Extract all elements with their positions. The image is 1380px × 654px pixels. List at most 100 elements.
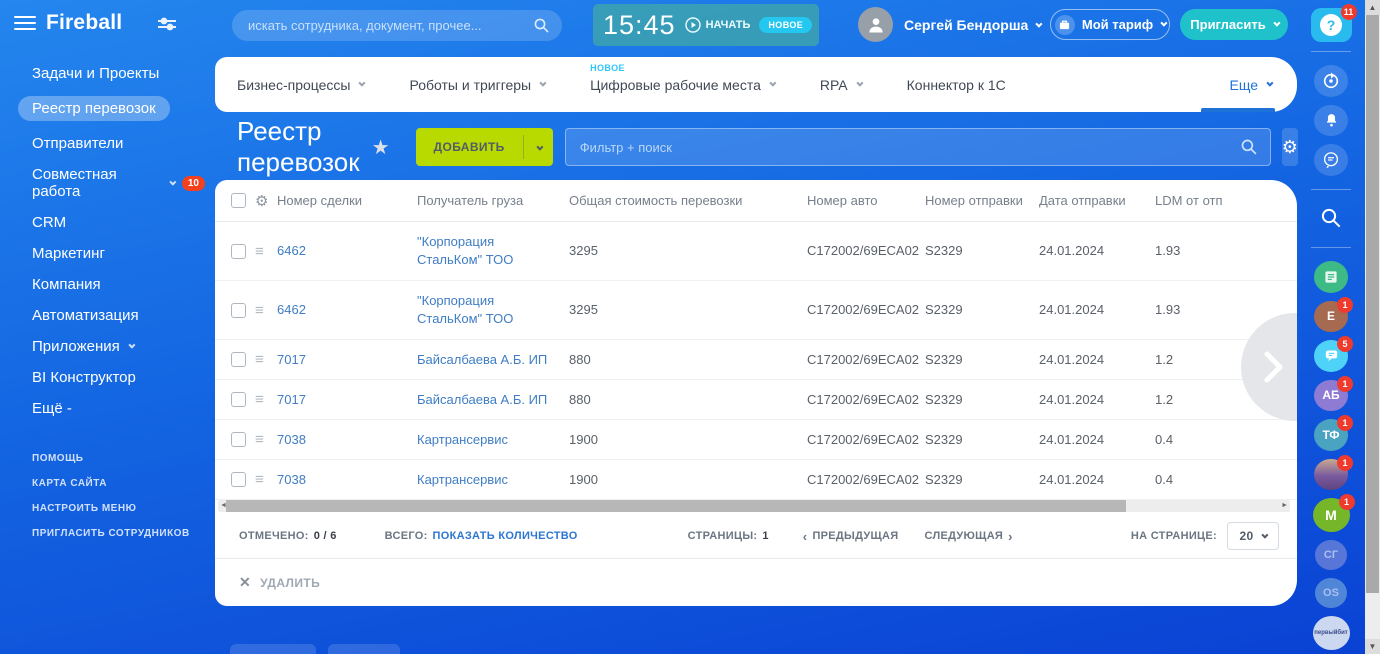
- columns-gear-icon[interactable]: ⚙: [255, 192, 268, 210]
- work-timer[interactable]: 15:45 НАЧАТЬ НОВОЕ: [593, 4, 819, 46]
- column-header-date[interactable]: Дата отправки: [1039, 192, 1155, 210]
- vertical-scrollbar-thumb[interactable]: [1366, 15, 1379, 593]
- search-button[interactable]: [1314, 203, 1348, 234]
- row-menu-icon[interactable]: ≡: [255, 351, 263, 368]
- scroll-right-arrow[interactable]: ►: [1281, 502, 1288, 509]
- tab-more[interactable]: Еще: [1230, 77, 1272, 93]
- avatar-ab[interactable]: АБ 1: [1314, 380, 1348, 411]
- ghost-button[interactable]: [328, 644, 400, 654]
- row-menu-icon[interactable]: ≡: [255, 243, 263, 260]
- updates-icon-button[interactable]: [1314, 65, 1348, 96]
- row-checkbox[interactable]: [231, 303, 246, 318]
- cell-receiver[interactable]: Картрансервис: [417, 431, 569, 449]
- cell-deal-number[interactable]: 6462: [277, 301, 417, 319]
- sidebar-item-more[interactable]: Ещё -: [0, 393, 215, 424]
- search-icon[interactable]: [1241, 139, 1257, 160]
- avatar-sg[interactable]: СГ: [1315, 540, 1347, 570]
- help-button[interactable]: ? 11: [1311, 8, 1352, 42]
- table-row[interactable]: ≡ 6462 "Корпорация СтальКом" ТОО 3295 C1…: [215, 281, 1297, 340]
- cell-deal-number[interactable]: 7017: [277, 351, 417, 369]
- horizontal-scrollbar[interactable]: ◄ ►: [218, 500, 1290, 512]
- avatar-e[interactable]: E 1: [1314, 301, 1348, 332]
- row-checkbox[interactable]: [231, 244, 246, 259]
- cell-receiver[interactable]: Байсалбаева А.Б. ИП: [417, 351, 569, 369]
- filter-search-input[interactable]: [565, 128, 1271, 166]
- row-menu-icon[interactable]: ≡: [255, 302, 263, 319]
- grid-settings-button[interactable]: ⚙: [1282, 128, 1298, 166]
- cell-deal-number[interactable]: 7017: [277, 391, 417, 409]
- sidebar-item-bi-constructor[interactable]: BI Конструктор: [0, 362, 215, 393]
- cell-deal-number[interactable]: 6462: [277, 242, 417, 260]
- column-header-ldm[interactable]: LDM от отп: [1155, 192, 1297, 210]
- user-avatar[interactable]: [858, 7, 893, 42]
- sidebar-item-transport-registry[interactable]: Реестр перевозок: [0, 89, 215, 128]
- tab-digital-workplaces[interactable]: НОВОЕ Цифровые рабочие места: [590, 77, 774, 93]
- cell-receiver[interactable]: Картрансервис: [417, 471, 569, 489]
- row-checkbox[interactable]: [231, 352, 246, 367]
- cell-receiver[interactable]: "Корпорация СтальКом" ТОО: [417, 292, 557, 327]
- previous-page-link[interactable]: ПРЕДЫДУЩАЯ: [812, 530, 898, 542]
- add-button-dropdown[interactable]: [524, 138, 553, 156]
- table-row[interactable]: ≡ 7038 Картрансервис 1900 C172002/69ECA0…: [215, 460, 1297, 500]
- avatar-photo[interactable]: 1: [1314, 459, 1348, 490]
- ghost-button[interactable]: [230, 644, 316, 654]
- invite-button[interactable]: Пригласить: [1180, 9, 1288, 40]
- table-row[interactable]: ≡ 7017 Байсалбаева А.Б. ИП 880 C172002/6…: [215, 380, 1297, 420]
- avatar-tf[interactable]: ТФ 1: [1314, 419, 1348, 450]
- select-all-checkbox[interactable]: [231, 193, 246, 208]
- cell-receiver[interactable]: "Корпорация СтальКом" ТОО: [417, 233, 557, 268]
- row-menu-icon[interactable]: ≡: [255, 391, 263, 408]
- show-count-link[interactable]: ПОКАЗАТЬ КОЛИЧЕСТВО: [433, 530, 578, 542]
- table-row[interactable]: ≡ 7017 Байсалбаева А.Б. ИП 880 C172002/6…: [215, 340, 1297, 380]
- column-header-shipment[interactable]: Номер отправки: [925, 192, 1039, 210]
- cell-deal-number[interactable]: 7038: [277, 471, 417, 489]
- row-checkbox[interactable]: [231, 432, 246, 447]
- horizontal-scrollbar-thumb[interactable]: [226, 500, 1126, 512]
- newsfeed-button[interactable]: [1314, 261, 1348, 292]
- sidebar-item-crm[interactable]: CRM: [0, 207, 215, 238]
- sidebar-item-company[interactable]: Компания: [0, 269, 215, 300]
- row-checkbox[interactable]: [231, 392, 246, 407]
- user-menu[interactable]: Сергей Бендорша: [904, 17, 1040, 33]
- scroll-up-arrow[interactable]: ▲: [1365, 0, 1380, 15]
- tab-robots-triggers[interactable]: Роботы и триггеры: [409, 77, 544, 93]
- chat-button[interactable]: [1314, 144, 1348, 175]
- avatar-bit-logo[interactable]: первыйбит: [1313, 616, 1350, 650]
- vertical-scrollbar[interactable]: ▲ ▼: [1365, 0, 1380, 654]
- next-page-link[interactable]: СЛЕДУЮЩАЯ: [925, 530, 1004, 542]
- tab-1c-connector[interactable]: Коннектор к 1С: [907, 77, 1006, 93]
- sidebar-item-automation[interactable]: Автоматизация: [0, 300, 215, 331]
- column-header-cost[interactable]: Общая стоимость перевозки: [569, 192, 807, 210]
- column-header-car[interactable]: Номер авто: [807, 192, 925, 210]
- sidebar-link-configure-menu[interactable]: НАСТРОИТЬ МЕНЮ: [0, 496, 215, 521]
- cell-receiver[interactable]: Байсалбаева А.Б. ИП: [417, 391, 569, 409]
- notifications-bell-button[interactable]: [1314, 105, 1348, 136]
- table-row[interactable]: ≡ 6462 "Корпорация СтальКом" ТОО 3295 C1…: [215, 222, 1297, 281]
- sidebar-item-apps[interactable]: Приложения: [0, 331, 215, 362]
- cell-deal-number[interactable]: 7038: [277, 431, 417, 449]
- next-page-chevron[interactable]: ›: [1008, 529, 1013, 544]
- sidebar-link-sitemap[interactable]: КАРТА САЙТА: [0, 471, 215, 496]
- row-menu-icon[interactable]: ≡: [255, 471, 263, 488]
- sidebar-item-marketing[interactable]: Маркетинг: [0, 238, 215, 269]
- avatar-m[interactable]: М 1: [1313, 498, 1350, 532]
- timer-start-button[interactable]: НАЧАТЬ: [685, 17, 751, 33]
- sidebar-link-help[interactable]: ПОМОЩЬ: [0, 446, 215, 471]
- avatar-os[interactable]: OS: [1315, 578, 1347, 608]
- previous-page-chevron[interactable]: ‹: [803, 529, 808, 544]
- add-button[interactable]: ДОБАВИТЬ: [416, 128, 553, 166]
- per-page-select[interactable]: 20: [1227, 522, 1279, 550]
- favorite-star-icon[interactable]: ★: [372, 135, 390, 160]
- sidebar-item-collaboration[interactable]: Совместная работа 10: [0, 159, 215, 207]
- column-header-receiver[interactable]: Получатель груза: [417, 192, 569, 210]
- global-search-input[interactable]: [232, 10, 562, 41]
- scroll-down-arrow[interactable]: ▼: [1365, 639, 1380, 654]
- sidebar-item-tasks[interactable]: Задачи и Проекты: [0, 58, 215, 89]
- tab-rpa[interactable]: RPA: [820, 77, 861, 93]
- tab-business-processes[interactable]: Бизнес-процессы: [237, 77, 363, 93]
- column-header-deal[interactable]: Номер сделки: [277, 192, 417, 210]
- row-checkbox[interactable]: [231, 472, 246, 487]
- table-row[interactable]: ≡ 7038 Картрансервис 1900 C172002/69ECA0…: [215, 420, 1297, 460]
- tune-icon[interactable]: [158, 17, 176, 36]
- hamburger-menu-icon[interactable]: [14, 16, 36, 32]
